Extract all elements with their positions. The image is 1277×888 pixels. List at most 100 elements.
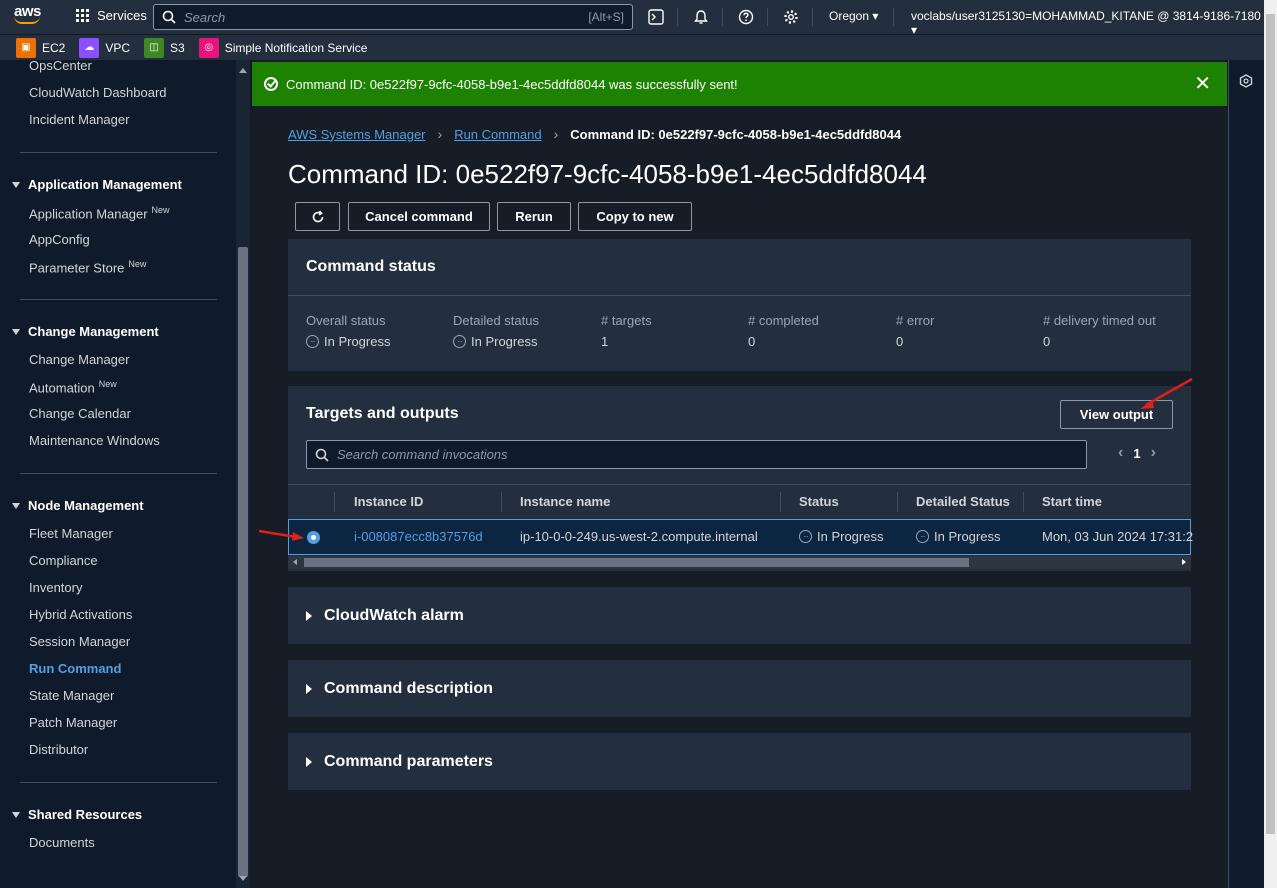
sidebar-item-session-manager[interactable]: Session Manager [29,634,130,649]
notifications-bell-icon[interactable] [693,9,709,25]
breadcrumb-run-command[interactable]: Run Command [454,127,541,142]
row-status: ··· In Progress [799,529,883,544]
in-progress-icon: ··· [916,530,929,543]
settings-gear-icon[interactable] [783,9,799,25]
column-instance-id[interactable]: Instance ID [354,494,423,509]
sidebar-item-run-command[interactable]: Run Command [29,661,121,676]
section-change-management[interactable]: Change Management [12,324,159,339]
sidebar-scrollbar[interactable] [236,60,250,888]
sidebar-item-change-calendar[interactable]: Change Calendar [29,406,131,421]
page-scrollbar[interactable] [1264,0,1277,888]
services-menu-button[interactable]: Services [76,8,147,23]
section-command-description[interactable]: Command description [288,660,1191,717]
favorite-ec2[interactable]: ▣ EC2 [16,37,65,58]
chevron-right-icon[interactable]: › [1151,444,1156,462]
sidebar-item-compliance[interactable]: Compliance [29,553,98,568]
sidebar-item-hybrid-activations[interactable]: Hybrid Activations [29,607,132,622]
stat-delivery-timed-out: # delivery timed out 0 [1043,313,1156,349]
column-instance-name[interactable]: Instance name [520,494,610,509]
global-search-input[interactable] [184,9,589,25]
sidebar-item-documents[interactable]: Documents [29,835,95,850]
sidebar-item-appconfig[interactable]: AppConfig [29,232,90,247]
success-flash-banner: Command ID: 0e522f97-9cfc-4058-b9e1-4ec5… [252,62,1227,106]
refresh-button[interactable] [295,202,340,231]
caret-down-icon [12,811,20,818]
global-search[interactable]: [Alt+S] [153,4,633,30]
instance-id-link[interactable]: i-008087ecc8b37576d [354,529,483,544]
cloudshell-icon[interactable] [648,9,664,25]
new-badge: New [151,205,170,215]
sidebar-item-opscenter[interactable]: OpsCenter [29,60,92,73]
favorite-s3[interactable]: ◫ S3 [144,37,185,58]
sidebar-item-distributor[interactable]: Distributor [29,742,88,757]
sidebar-nav: OpsCenter CloudWatch Dashboard Incident … [0,60,236,888]
column-detailed-status[interactable]: Detailed Status [916,494,1010,509]
breadcrumb-systems-manager[interactable]: AWS Systems Manager [288,127,426,142]
favorite-label: VPC [105,40,131,55]
sidebar-item-state-manager[interactable]: State Manager [29,688,114,703]
invocation-search-input[interactable] [337,447,1078,462]
stat-completed: # completed 0 [748,313,819,349]
copy-to-new-button[interactable]: Copy to new [578,202,692,231]
tools-panel-icon[interactable] [1239,74,1253,88]
section-application-management[interactable]: Application Management [12,177,182,192]
account-menu[interactable]: voclabs/user3125130=MOHAMMAD_KITANE @ 38… [911,9,1264,37]
aws-logo[interactable]: aws [14,4,48,29]
sidebar-item-fleet-manager[interactable]: Fleet Manager [29,526,113,541]
region-selector[interactable]: Oregon ▾ [829,9,878,23]
services-label: Services [97,8,147,23]
sidebar-item-maintenance-windows[interactable]: Maintenance Windows [29,433,160,448]
in-progress-icon: ··· [453,335,466,348]
rerun-button[interactable]: Rerun [497,202,571,231]
scrollbar-thumb[interactable] [238,247,248,877]
right-tools-rail [1228,60,1264,888]
section-title: Node Management [28,498,144,513]
chevron-left-icon[interactable]: ‹ [1118,444,1123,462]
caret-right-icon [306,683,312,694]
sidebar-item-automation[interactable]: Automation New [29,379,117,395]
row-start-time: Mon, 03 Jun 2024 17:31:2 [1042,529,1194,544]
cancel-command-button[interactable]: Cancel command [348,202,490,231]
stat-overall-status: Overall status ··· In Progress [306,313,391,349]
scrollbar-thumb[interactable] [304,558,969,567]
new-badge: New [98,379,117,389]
scroll-down-icon[interactable] [239,876,247,881]
column-start-time[interactable]: Start time [1042,494,1102,509]
invocation-search[interactable] [306,440,1087,469]
table-horizontal-scrollbar[interactable] [288,556,1191,569]
column-status[interactable]: Status [799,494,839,509]
scroll-right-icon[interactable] [1182,559,1186,565]
command-status-panel: Command status Overall status ··· In Prog… [288,239,1191,371]
sidebar-item-application-manager[interactable]: Application Manager New [29,205,170,221]
annotation-arrow-icon [1140,377,1193,409]
section-cloudwatch-alarm[interactable]: CloudWatch alarm [288,587,1191,644]
page-number[interactable]: 1 [1133,446,1140,461]
sidebar-item-incident-manager[interactable]: Incident Manager [29,112,129,127]
targets-outputs-panel: Targets and outputs View output ‹ 1 › In… [288,386,1194,571]
favorite-vpc[interactable]: ☁ VPC [79,37,131,58]
sns-icon: ◎ [198,37,219,58]
scroll-left-icon[interactable] [293,559,297,565]
row-select-radio[interactable] [307,531,320,544]
new-badge: New [128,259,147,269]
table-row[interactable]: i-008087ecc8b37576d ip-10-0-0-249.us-wes… [288,519,1194,555]
favorite-sns[interactable]: ◎ Simple Notification Service [198,37,367,58]
section-shared-resources[interactable]: Shared Resources [12,807,142,822]
sidebar-item-patch-manager[interactable]: Patch Manager [29,715,117,730]
sidebar-item-inventory[interactable]: Inventory [29,580,82,595]
flash-message: Command ID: 0e522f97-9cfc-4058-b9e1-4ec5… [286,76,738,92]
pagination: ‹ 1 › [1108,444,1166,462]
stat-targets: # targets 1 [601,313,652,349]
refresh-icon [312,209,323,222]
section-node-management[interactable]: Node Management [12,498,144,513]
sidebar-item-parameter-store[interactable]: Parameter Store New [29,259,146,275]
section-command-parameters[interactable]: Command parameters [288,733,1191,790]
scrollbar-thumb[interactable] [1266,14,1275,834]
close-icon[interactable]: ✕ [1194,74,1211,94]
scroll-up-icon[interactable] [239,68,247,73]
sidebar-item-cloudwatch-dashboard[interactable]: CloudWatch Dashboard [29,85,167,100]
grid-icon [76,9,89,22]
table-header: Instance ID Instance name Status Detaile… [288,484,1191,518]
sidebar-item-change-manager[interactable]: Change Manager [29,352,129,367]
help-icon[interactable] [738,9,754,25]
